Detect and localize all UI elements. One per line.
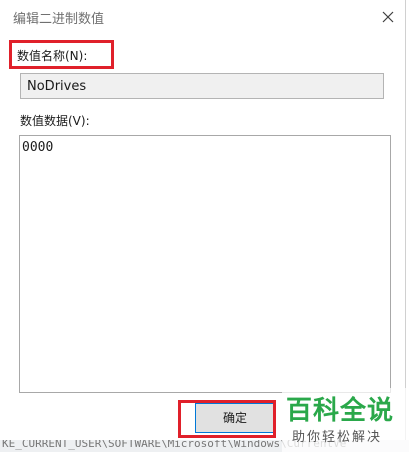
- value-data-textarea[interactable]: 0000: [19, 135, 391, 393]
- watermark-subtitle: 助你轻松解决: [292, 430, 383, 445]
- value-name-label-highlight: [9, 40, 114, 69]
- value-name-text: NoDrives: [27, 79, 87, 94]
- binary-value-dialog: 编辑二进制数值 数值名称(N): NoDrives 数值数据(V): 0000 …: [0, 0, 406, 441]
- close-icon[interactable]: [378, 7, 398, 27]
- value-data-text: 0000: [22, 140, 54, 155]
- value-data-label: 数值数据(V):: [20, 114, 90, 128]
- watermark-title: 百科全说: [286, 396, 395, 426]
- ok-button-highlight: [178, 400, 276, 438]
- title-bar[interactable]: 编辑二进制数值: [0, 0, 405, 33]
- value-name-field[interactable]: NoDrives: [20, 73, 384, 99]
- watermark-logo: 百科全说 助你轻松解决: [282, 388, 409, 452]
- dialog-title: 编辑二进制数值: [13, 12, 105, 27]
